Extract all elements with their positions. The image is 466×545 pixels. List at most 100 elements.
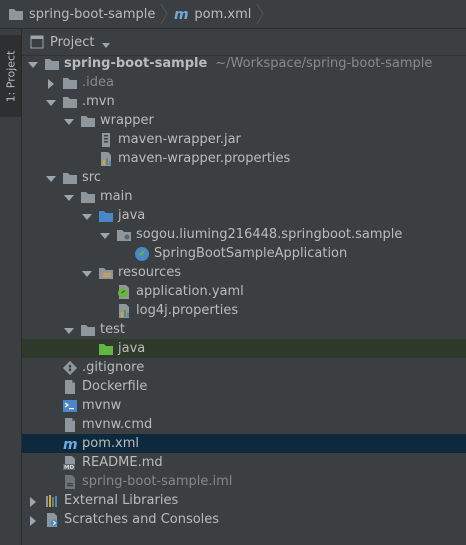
resources-folder-icon <box>98 265 114 281</box>
chevron-down-icon[interactable] <box>46 97 56 107</box>
breadcrumb-file[interactable]: m pom.xml <box>169 0 251 28</box>
project-view-icon <box>30 35 44 49</box>
tree-row[interactable]: log4j.properties <box>22 301 466 320</box>
libraries-icon <box>44 493 60 509</box>
tree-row[interactable]: .gitignore <box>22 358 466 377</box>
tree-row[interactable]: m pom.xml <box>22 434 466 453</box>
tree-item-label: maven-wrapper.jar <box>118 132 241 147</box>
tree-row[interactable]: spring-boot-sample ~/Workspace/spring-boo… <box>22 54 466 73</box>
tree-item-label: External Libraries <box>64 493 179 508</box>
project-view-selector[interactable]: Project <box>50 35 94 50</box>
terminal-icon <box>62 398 78 414</box>
tree-row[interactable]: sogou.liuming216448.springboot.sample <box>22 225 466 244</box>
project-tree: spring-boot-sample ~/Workspace/spring-boo… <box>22 54 466 545</box>
tree-row[interactable]: wrapper <box>22 111 466 130</box>
folder-icon <box>80 189 96 205</box>
chevron-right-icon[interactable] <box>46 78 56 89</box>
iml-icon <box>62 474 78 490</box>
tree-row[interactable]: .idea <box>22 73 466 92</box>
tree-item-label: mvnw.cmd <box>82 417 153 432</box>
folder-icon <box>80 113 96 129</box>
chevron-down-icon[interactable] <box>64 192 74 202</box>
scratches-icon <box>44 512 60 528</box>
project-tab-label: 1: Project <box>4 50 17 102</box>
chevron-down-icon[interactable] <box>64 116 74 126</box>
tree-item-label: .gitignore <box>82 360 145 375</box>
chevron-down-icon[interactable] <box>100 230 110 240</box>
tree-row[interactable]: maven-wrapper.jar <box>22 130 466 149</box>
chevron-right-icon[interactable] <box>28 496 38 507</box>
breadcrumb-file-label: pom.xml <box>194 6 252 22</box>
folder-icon <box>62 170 78 186</box>
tree-row[interactable]: MD README.md <box>22 453 466 472</box>
tree-row[interactable]: java <box>22 206 466 225</box>
properties-icon <box>98 151 114 167</box>
breadcrumb: spring-boot-sample m pom.xml <box>0 0 466 29</box>
project-tool-window-tab[interactable]: 1: Project <box>0 35 21 117</box>
tree-item-label: spring-boot-sample.iml <box>82 474 233 489</box>
tree-row[interactable]: maven-wrapper.properties <box>22 149 466 168</box>
tree-row[interactable]: Scratches and Consoles <box>22 510 466 529</box>
tree-item-label: main <box>100 189 133 204</box>
folder-icon <box>62 75 78 91</box>
tree-row[interactable]: application.yaml <box>22 282 466 301</box>
project-path: ~/Workspace/spring-boot-sample <box>215 56 433 71</box>
folder-icon <box>44 56 60 72</box>
tree-item-label: log4j.properties <box>136 303 239 318</box>
tree-item-label: mvnw <box>82 398 122 413</box>
tree-row[interactable]: src <box>22 168 466 187</box>
tree-item-label: spring-boot-sample <box>64 56 208 71</box>
tree-item-label: .idea <box>82 75 114 90</box>
chevron-right-icon[interactable] <box>28 515 38 526</box>
svg-text:MD: MD <box>64 465 74 471</box>
project-panel-header: Project <box>22 29 466 56</box>
chevron-down-icon[interactable] <box>64 325 74 335</box>
tree-item-label: java <box>118 341 146 356</box>
chevron-down-icon[interactable] <box>46 173 56 183</box>
tree-item-label: src <box>82 170 101 185</box>
tree-item-label: Scratches and Consoles <box>64 512 220 527</box>
folder-icon <box>8 7 24 21</box>
tree-row[interactable]: .mvn <box>22 92 466 111</box>
tree-item-label: sogou.liuming216448.springboot.sample <box>136 227 403 242</box>
tool-window-sidebar: 1: Project <box>0 29 22 545</box>
tree-row[interactable]: External Libraries <box>22 491 466 510</box>
tree-row[interactable]: spring-boot-sample.iml <box>22 472 466 491</box>
tree-row[interactable]: java <box>22 339 466 358</box>
svg-text:m: m <box>63 437 78 452</box>
tree-item-label: SpringBootSampleApplication <box>154 246 348 261</box>
breadcrumb-separator-icon <box>255 0 265 28</box>
spring-config-icon <box>116 284 132 300</box>
chevron-down-icon[interactable] <box>102 38 111 48</box>
test-folder-icon <box>98 341 114 357</box>
tree-item-label: application.yaml <box>136 284 244 299</box>
tree-row[interactable]: SpringBootSampleApplication <box>22 244 466 263</box>
tree-row[interactable]: resources <box>22 263 466 282</box>
tree-row[interactable]: mvnw <box>22 396 466 415</box>
folder-icon <box>80 322 96 338</box>
tree-row[interactable]: main <box>22 187 466 206</box>
chevron-down-icon[interactable] <box>28 59 38 69</box>
spring-class-icon <box>134 246 150 262</box>
tree-row[interactable]: Dockerfile <box>22 377 466 396</box>
tree-item-label: maven-wrapper.properties <box>118 151 291 166</box>
folder-icon <box>62 94 78 110</box>
tree-row[interactable]: mvnw.cmd <box>22 415 466 434</box>
source-folder-icon <box>98 208 114 224</box>
maven-icon: m <box>173 6 189 23</box>
svg-text:m: m <box>174 7 189 22</box>
tree-item-label: .mvn <box>82 94 115 109</box>
breadcrumb-project[interactable]: spring-boot-sample <box>0 0 155 28</box>
tree-row[interactable]: test <box>22 320 466 339</box>
tree-item-label: wrapper <box>100 113 154 128</box>
file-icon <box>62 417 78 433</box>
chevron-down-icon[interactable] <box>82 211 92 221</box>
maven-icon: m <box>62 436 78 453</box>
package-icon <box>116 227 132 243</box>
chevron-down-icon[interactable] <box>82 268 92 278</box>
